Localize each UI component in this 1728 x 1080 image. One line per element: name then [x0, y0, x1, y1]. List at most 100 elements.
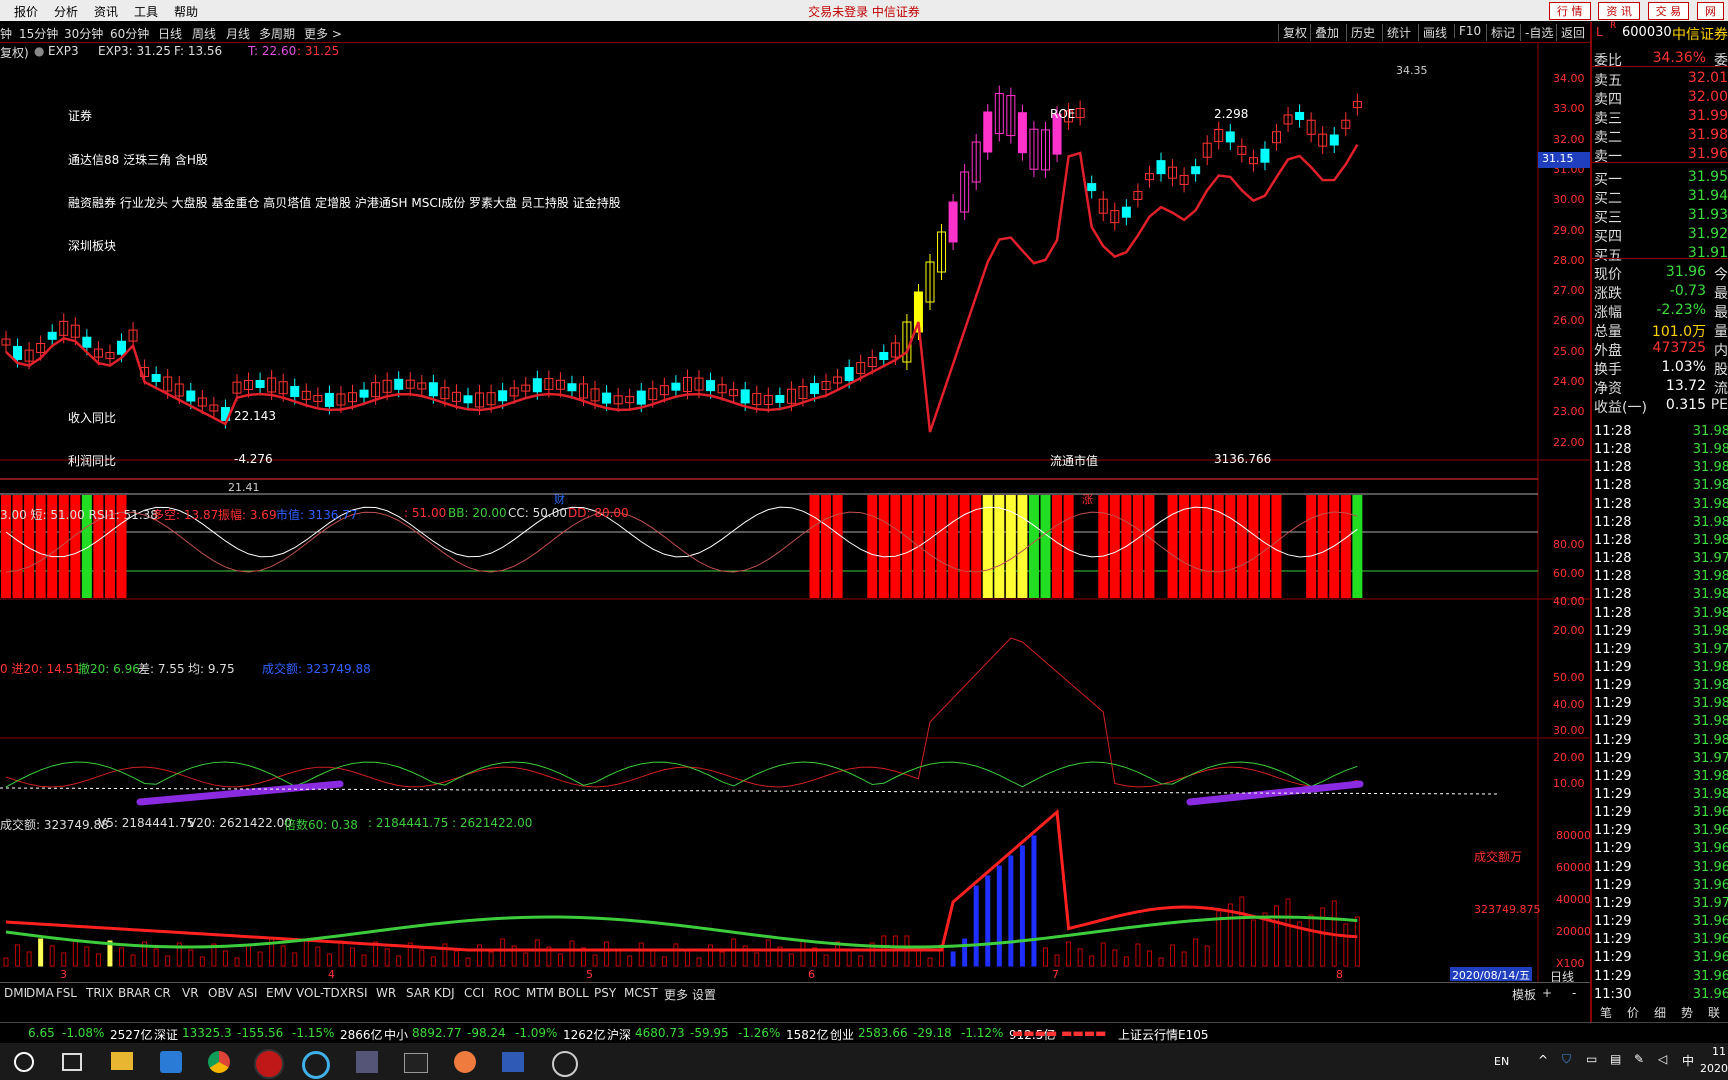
side-tab[interactable]: 势	[1681, 1004, 1693, 1021]
period-multi[interactable]: 多周期	[259, 25, 295, 42]
tick-row: 11:29 31.97	[1594, 642, 1728, 658]
indicator-tab[interactable]: DMI	[4, 986, 27, 1000]
btn-draw[interactable]: 画线	[1418, 24, 1451, 41]
clock-time[interactable]: 11	[1712, 1045, 1726, 1058]
indicator-tab[interactable]: VR	[182, 986, 199, 1000]
volume-bar	[38, 938, 44, 967]
side-tab[interactable]: 价	[1627, 1004, 1639, 1021]
shield-icon[interactable]: ⛉	[1562, 1052, 1571, 1067]
btn-watchlist[interactable]: -自选	[1520, 24, 1557, 41]
indicator-tab[interactable]: 更多	[664, 986, 688, 1003]
tdx-app-icon[interactable]	[254, 1049, 284, 1079]
period-60min[interactable]: 60分钟	[110, 25, 149, 42]
indicator-tab[interactable]: MCST	[624, 986, 658, 1000]
volume-bar	[1089, 955, 1095, 967]
side-tab[interactable]: 笔	[1600, 1004, 1612, 1021]
tray-up-icon[interactable]: ^	[1538, 1053, 1548, 1067]
period-day[interactable]: 日线	[158, 25, 182, 42]
clipboard-icon[interactable]: ▤	[1610, 1052, 1621, 1066]
powershell-icon[interactable]	[502, 1052, 524, 1072]
limit-up-mark[interactable]: 涨	[1082, 491, 1093, 507]
volume-bar	[800, 940, 806, 967]
file-explorer-icon[interactable]	[111, 1052, 133, 1070]
indicator-tab[interactable]: MTM	[526, 986, 554, 1000]
network-tray-icon[interactable]: ▭	[1586, 1052, 1597, 1066]
quote-row: 外盘 473725 内	[1594, 340, 1728, 359]
obs-icon[interactable]	[552, 1051, 578, 1077]
side-tab[interactable]: 细	[1654, 1004, 1666, 1021]
input-language[interactable]: EN	[1494, 1055, 1509, 1068]
volume-bar	[257, 951, 263, 967]
indicator-tab[interactable]: VOL-TDX	[296, 986, 348, 1000]
indicator-tab[interactable]: EMV	[266, 986, 292, 1000]
indicator-tab[interactable]: OBV	[208, 986, 234, 1000]
indicator-tab[interactable]: TRIX	[86, 986, 113, 1000]
indicator-tab[interactable]: 设置	[692, 986, 716, 1003]
period-week[interactable]: 周线	[192, 25, 216, 42]
btn-mark[interactable]: 标记	[1486, 24, 1519, 41]
period-30min[interactable]: 30分钟	[64, 25, 103, 42]
indicator-tab[interactable]: RSI	[348, 986, 368, 1000]
indicator-tab[interactable]: FSL	[56, 986, 77, 1000]
period-1min[interactable]: 钟	[0, 25, 12, 42]
browser-icon[interactable]	[302, 1051, 330, 1079]
volume-bar	[350, 947, 355, 967]
indicator-tab[interactable]: ROC	[494, 986, 520, 1000]
top-tab-news[interactable]: 资 讯	[1598, 2, 1640, 20]
indicator-tab[interactable]: ASI	[238, 986, 257, 1000]
top-tab-market[interactable]: 行 情	[1549, 2, 1591, 20]
volume-bar	[188, 949, 194, 967]
volume-icon[interactable]: ◁	[1658, 1052, 1667, 1066]
indicator-tab[interactable]: BOLL	[558, 986, 589, 1000]
network-icon[interactable]	[356, 1051, 378, 1073]
period-15min[interactable]: 15分钟	[19, 25, 58, 42]
btn-history[interactable]: 历史	[1346, 24, 1379, 41]
indicator-tab[interactable]: BRAR	[118, 986, 151, 1000]
terminal-icon[interactable]	[404, 1053, 428, 1073]
top-tab-web[interactable]: 网	[1697, 2, 1724, 20]
pen-icon[interactable]: ✎	[1634, 1052, 1644, 1066]
indicator-tab[interactable]: CR	[154, 986, 171, 1000]
indicator-tab[interactable]: DMA	[26, 986, 54, 1000]
candle-body	[532, 378, 542, 393]
indicator-tab[interactable]: PSY	[594, 986, 616, 1000]
period-month[interactable]: 月线	[226, 25, 250, 42]
indicator-tab[interactable]: WR	[376, 986, 396, 1000]
ind2-axis-label: 50.00	[1553, 671, 1585, 684]
sector-label: 证券	[68, 109, 93, 123]
cloud-quote-label[interactable]: 上证云行情E105	[1118, 1026, 1209, 1043]
tick-row: 11:29 31.96	[1594, 932, 1728, 948]
ime-icon[interactable]: 中	[1682, 1052, 1694, 1069]
indicator-tab[interactable]: KDJ	[434, 986, 455, 1000]
btn-overlay[interactable]: 叠加	[1310, 24, 1343, 41]
btn-f10[interactable]: F10	[1454, 24, 1485, 38]
quote-label: 委比	[1594, 53, 1622, 69]
finance-event-mark[interactable]: 财	[554, 491, 565, 507]
btn-stats[interactable]: 统计	[1382, 24, 1415, 41]
date-axis-label: 8	[1336, 968, 1343, 981]
index-amt: 2527亿	[110, 1028, 153, 1042]
indicator-tab[interactable]: SAR	[406, 986, 430, 1000]
top-tab-trade[interactable]: 交 易	[1647, 2, 1690, 20]
app-icon[interactable]	[454, 1051, 476, 1073]
template-button[interactable]: +	[1542, 986, 1552, 1000]
period-more[interactable]: 更多 >	[304, 25, 342, 42]
template-button[interactable]: 模板	[1512, 986, 1536, 1003]
quote-row: 买一 31.95	[1594, 169, 1728, 188]
chrome-icon[interactable]	[208, 1051, 230, 1073]
ma-line	[5, 143, 1359, 433]
menu-bar: 报价 分析 资讯 工具 帮助 交易未登录 中信证券 行 情 资 讯 交 易 网	[0, 0, 1728, 21]
task-view-icon[interactable]	[62, 1053, 82, 1071]
btn-back[interactable]: 返回	[1556, 24, 1589, 41]
tick-time: 11:28	[1594, 460, 1632, 476]
cc-value: CC: 50.00	[508, 506, 567, 520]
indicator-tab[interactable]: CCI	[464, 986, 484, 1000]
side-tab[interactable]: 联	[1708, 1004, 1720, 1021]
clock-date[interactable]: 2020	[1700, 1062, 1728, 1075]
tick-price: 31.96	[1692, 986, 1728, 1002]
search-icon[interactable]	[14, 1052, 34, 1072]
template-button[interactable]: -	[1572, 986, 1576, 1000]
v20-value-2: : 2621422.00	[452, 816, 533, 830]
vscode-icon[interactable]	[160, 1051, 182, 1073]
btn-fuquan[interactable]: 复权	[1278, 24, 1311, 41]
